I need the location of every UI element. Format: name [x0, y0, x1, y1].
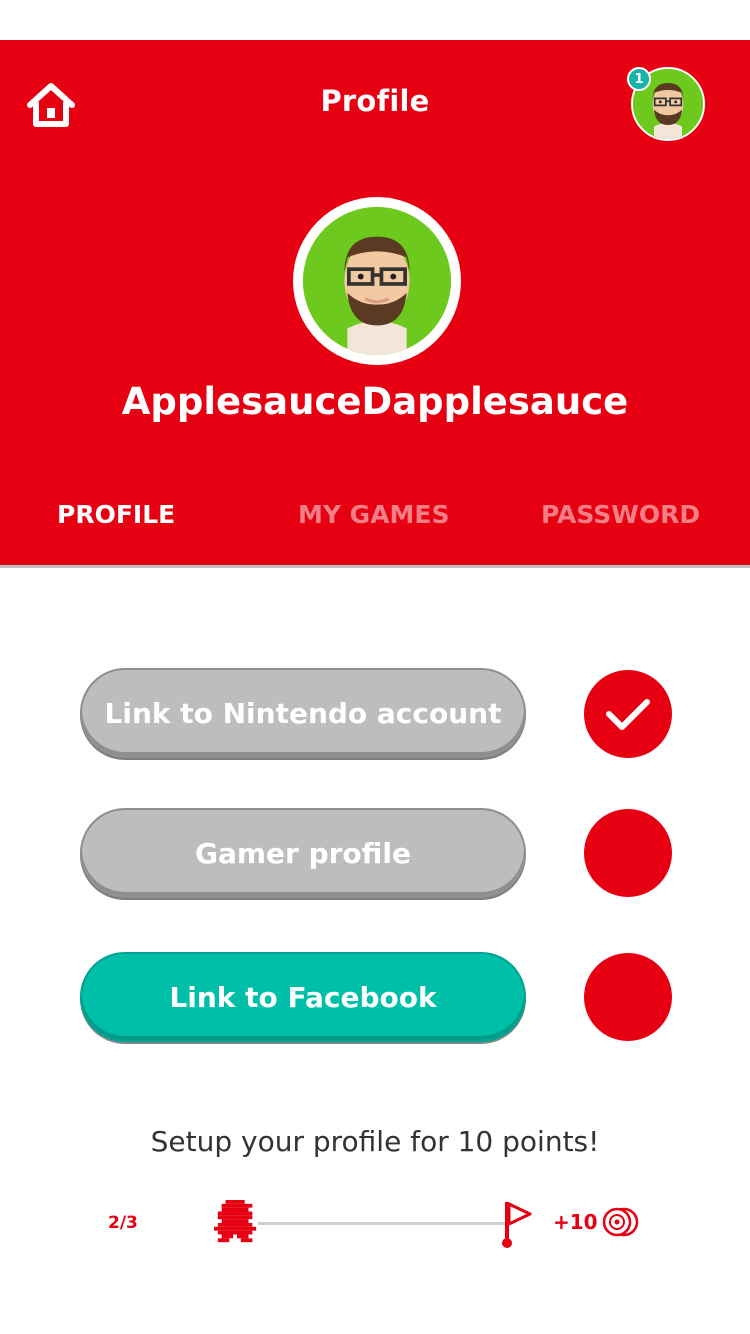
incomplete-status-indicator [584, 809, 672, 897]
setup-message: Setup your profile for 10 points! [150, 1125, 600, 1158]
platinum-points-icon [602, 1207, 639, 1237]
profile-avatar[interactable] [293, 197, 461, 365]
tab-password[interactable]: PASSWORD [541, 500, 700, 529]
progress-track [258, 1222, 506, 1225]
notification-badge: 1 [627, 67, 651, 91]
tab-my-games[interactable]: MY GAMES [298, 500, 450, 529]
incomplete-status-indicator [584, 953, 672, 1041]
link-facebook-button[interactable]: Link to Facebook [80, 952, 526, 1042]
gamer-profile-button[interactable]: Gamer profile [80, 808, 526, 898]
completed-status-indicator [584, 670, 672, 758]
mii-avatar-icon [303, 207, 451, 355]
link-nintendo-account-button[interactable]: Link to Nintendo account [80, 668, 526, 758]
status-bar [0, 0, 750, 40]
check-icon [606, 699, 650, 730]
header-divider [0, 565, 750, 568]
tab-profile[interactable]: PROFILE [57, 500, 175, 529]
goal-flag-icon [502, 1202, 532, 1248]
avatar-image [303, 207, 451, 355]
reward-points: +10 [553, 1210, 598, 1234]
progress-count: 2/3 [108, 1213, 138, 1233]
username: ApplesauceDapplesauce [121, 380, 629, 423]
pixel-mario-icon [214, 1200, 257, 1243]
